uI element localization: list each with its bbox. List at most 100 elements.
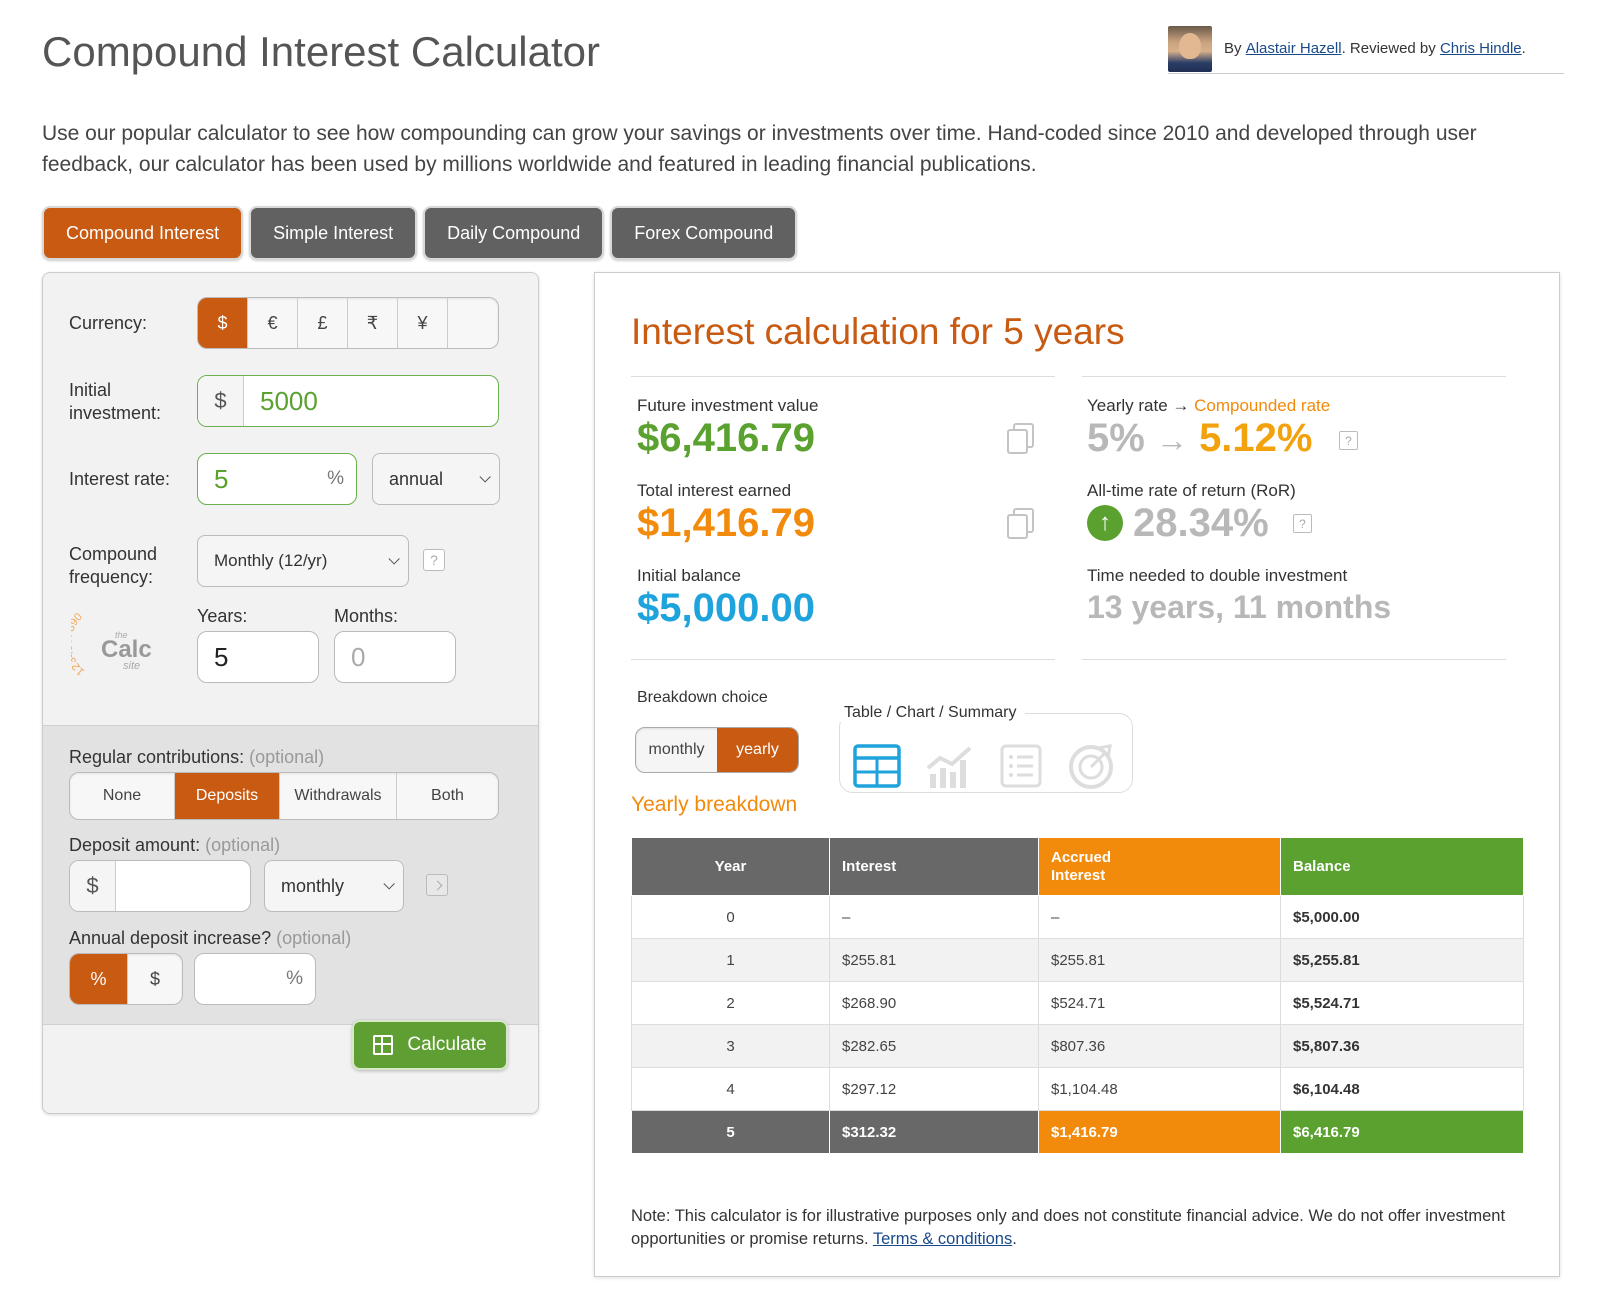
- initial-balance-label: Initial balance: [637, 566, 741, 585]
- cell-balance: $5,524.71: [1280, 981, 1524, 1025]
- copy-icon[interactable]: [1005, 508, 1034, 539]
- table-row: 3 $282.65 $807.36 $5,807.36: [631, 1024, 1524, 1068]
- interest-rate-label: Interest rate:: [69, 469, 171, 489]
- annual-increase-field[interactable]: %: [194, 953, 316, 1005]
- increase-mode-percent[interactable]: %: [70, 954, 128, 1004]
- by-label: By: [1224, 40, 1242, 57]
- currency-eur[interactable]: €: [248, 298, 298, 348]
- cell-interest: –: [829, 895, 1039, 939]
- optional-hint: (optional): [276, 928, 352, 948]
- chevron-right-icon[interactable]: [426, 874, 448, 896]
- summary-list-icon[interactable]: [996, 742, 1046, 790]
- years-field[interactable]: 5: [197, 631, 319, 683]
- deposit-period-select[interactable]: monthly: [264, 860, 404, 912]
- intro-text: Use our popular calculator to see how co…: [42, 122, 1477, 176]
- calculator-form: Currency: $ € £ ₹ ¥ Initial investment: …: [42, 272, 539, 1114]
- results-title: Interest calculation for 5 years: [631, 311, 1125, 352]
- rate-help-icon[interactable]: ?: [1339, 431, 1358, 450]
- freq-label-line2: frequency:: [69, 567, 154, 587]
- initial-currency-prefix: $: [198, 376, 244, 426]
- interest-rate-suffix: %: [327, 468, 344, 489]
- divider: [631, 376, 1055, 377]
- accrued-line2: Interest: [1051, 866, 1106, 884]
- page-title: Compound Interest Calculator: [42, 28, 600, 75]
- contrib-deposits[interactable]: Deposits: [175, 773, 280, 819]
- breakdown-monthly[interactable]: monthly: [636, 728, 717, 772]
- currency-jpy[interactable]: ¥: [398, 298, 448, 348]
- deposit-currency-prefix: $: [70, 861, 116, 911]
- initial-label-line2: investment:: [69, 403, 162, 423]
- yearly-breakdown-title: Yearly breakdown: [631, 793, 798, 816]
- rate-period-select[interactable]: annual: [372, 453, 500, 505]
- breakdown-yearly[interactable]: yearly: [717, 728, 798, 772]
- note-text: Note: This calculator is for illustrativ…: [631, 1207, 1506, 1248]
- cell-interest: $255.81: [829, 938, 1039, 982]
- col-interest[interactable]: Interest: [829, 837, 1039, 896]
- cell-year: 2: [631, 981, 830, 1025]
- double-time-value: 13 years, 11 months: [1087, 589, 1392, 625]
- copy-icon[interactable]: [1005, 423, 1034, 454]
- total-interest-value: $1,416.79: [637, 501, 815, 545]
- author-byline: By Alastair Hazell. Reviewed by Chris Hi…: [1168, 24, 1564, 74]
- years-value[interactable]: 5: [198, 642, 318, 673]
- annual-increase-suffix: %: [286, 968, 303, 989]
- reviewer-link[interactable]: Chris Hindle: [1440, 40, 1522, 57]
- increase-mode-dollar[interactable]: $: [128, 954, 182, 1004]
- tab-simple-interest[interactable]: Simple Interest: [249, 206, 418, 260]
- months-placeholder[interactable]: 0: [335, 642, 455, 673]
- contributions-selector: None Deposits Withdrawals Both: [69, 772, 499, 820]
- note-end: .: [1012, 1230, 1017, 1248]
- cell-balance: $5,255.81: [1280, 938, 1524, 982]
- interest-rate-field[interactable]: 5 %: [197, 453, 357, 505]
- cell-accrued: $807.36: [1038, 1024, 1281, 1068]
- divider: [1082, 659, 1506, 660]
- chart-view-icon[interactable]: [924, 742, 974, 790]
- ror-help-icon[interactable]: ?: [1293, 514, 1312, 533]
- table-view-icon[interactable]: [852, 742, 902, 790]
- cell-accrued: $255.81: [1038, 938, 1281, 982]
- breakdown-table: Year Interest Accrued Interest Balance 0…: [631, 837, 1524, 1154]
- contrib-withdrawals[interactable]: Withdrawals: [280, 773, 397, 819]
- calculate-button[interactable]: Calculate: [352, 1020, 508, 1070]
- deposit-label-text: Deposit amount:: [69, 835, 201, 855]
- pie-chart-icon[interactable]: [1066, 742, 1116, 790]
- col-accrued-interest[interactable]: Accrued Interest: [1038, 837, 1281, 896]
- contributions-label: Regular contributions: (optional): [69, 746, 324, 769]
- terms-link[interactable]: Terms & conditions: [873, 1230, 1012, 1248]
- col-balance[interactable]: Balance: [1280, 837, 1524, 896]
- interest-rate-value[interactable]: 5: [198, 464, 327, 495]
- optional-hint: (optional): [205, 835, 281, 855]
- total-interest-label: Total interest earned: [637, 481, 792, 500]
- cell-accrued: $524.71: [1038, 981, 1281, 1025]
- initial-investment-value[interactable]: 5000: [244, 386, 498, 417]
- increase-mode-selector: % $: [69, 953, 183, 1005]
- total-interest: $312.32: [829, 1110, 1039, 1154]
- initial-investment-field[interactable]: $ 5000: [197, 375, 499, 427]
- months-field[interactable]: 0: [334, 631, 456, 683]
- contrib-none[interactable]: None: [70, 773, 175, 819]
- currency-other[interactable]: [448, 298, 498, 348]
- currency-inr[interactable]: ₹: [348, 298, 398, 348]
- reviewed-label: . Reviewed by: [1341, 40, 1436, 57]
- divider: [631, 659, 1055, 660]
- contrib-both[interactable]: Both: [397, 773, 498, 819]
- tab-forex-compound[interactable]: Forex Compound: [610, 206, 798, 260]
- contributions-section: Regular contributions: (optional) None D…: [43, 725, 538, 1025]
- deposit-amount-field[interactable]: $: [69, 860, 251, 912]
- currency-usd[interactable]: $: [198, 298, 248, 348]
- tab-compound-interest[interactable]: Compound Interest: [42, 206, 244, 260]
- compound-frequency-label: Compound frequency:: [69, 543, 157, 589]
- yearly-rate-label: Yearly rate →: [1087, 396, 1190, 415]
- frequency-help-icon[interactable]: ?: [423, 549, 445, 571]
- col-year[interactable]: Year: [631, 837, 830, 896]
- initial-label-line1: Initial: [69, 380, 112, 400]
- optional-hint: (optional): [249, 747, 325, 767]
- tab-daily-compound[interactable]: Daily Compound: [423, 206, 605, 260]
- currency-gbp[interactable]: £: [298, 298, 348, 348]
- compound-frequency-select[interactable]: Monthly (12/yr): [197, 535, 409, 587]
- cell-balance: $5,807.36: [1280, 1024, 1524, 1068]
- author-link[interactable]: Alastair Hazell: [1246, 40, 1342, 57]
- view-selector: Table / Chart / Summary: [839, 704, 1133, 793]
- chevron-down-icon: [388, 553, 400, 565]
- results-panel: Interest calculation for 5 years Future …: [594, 272, 1560, 1277]
